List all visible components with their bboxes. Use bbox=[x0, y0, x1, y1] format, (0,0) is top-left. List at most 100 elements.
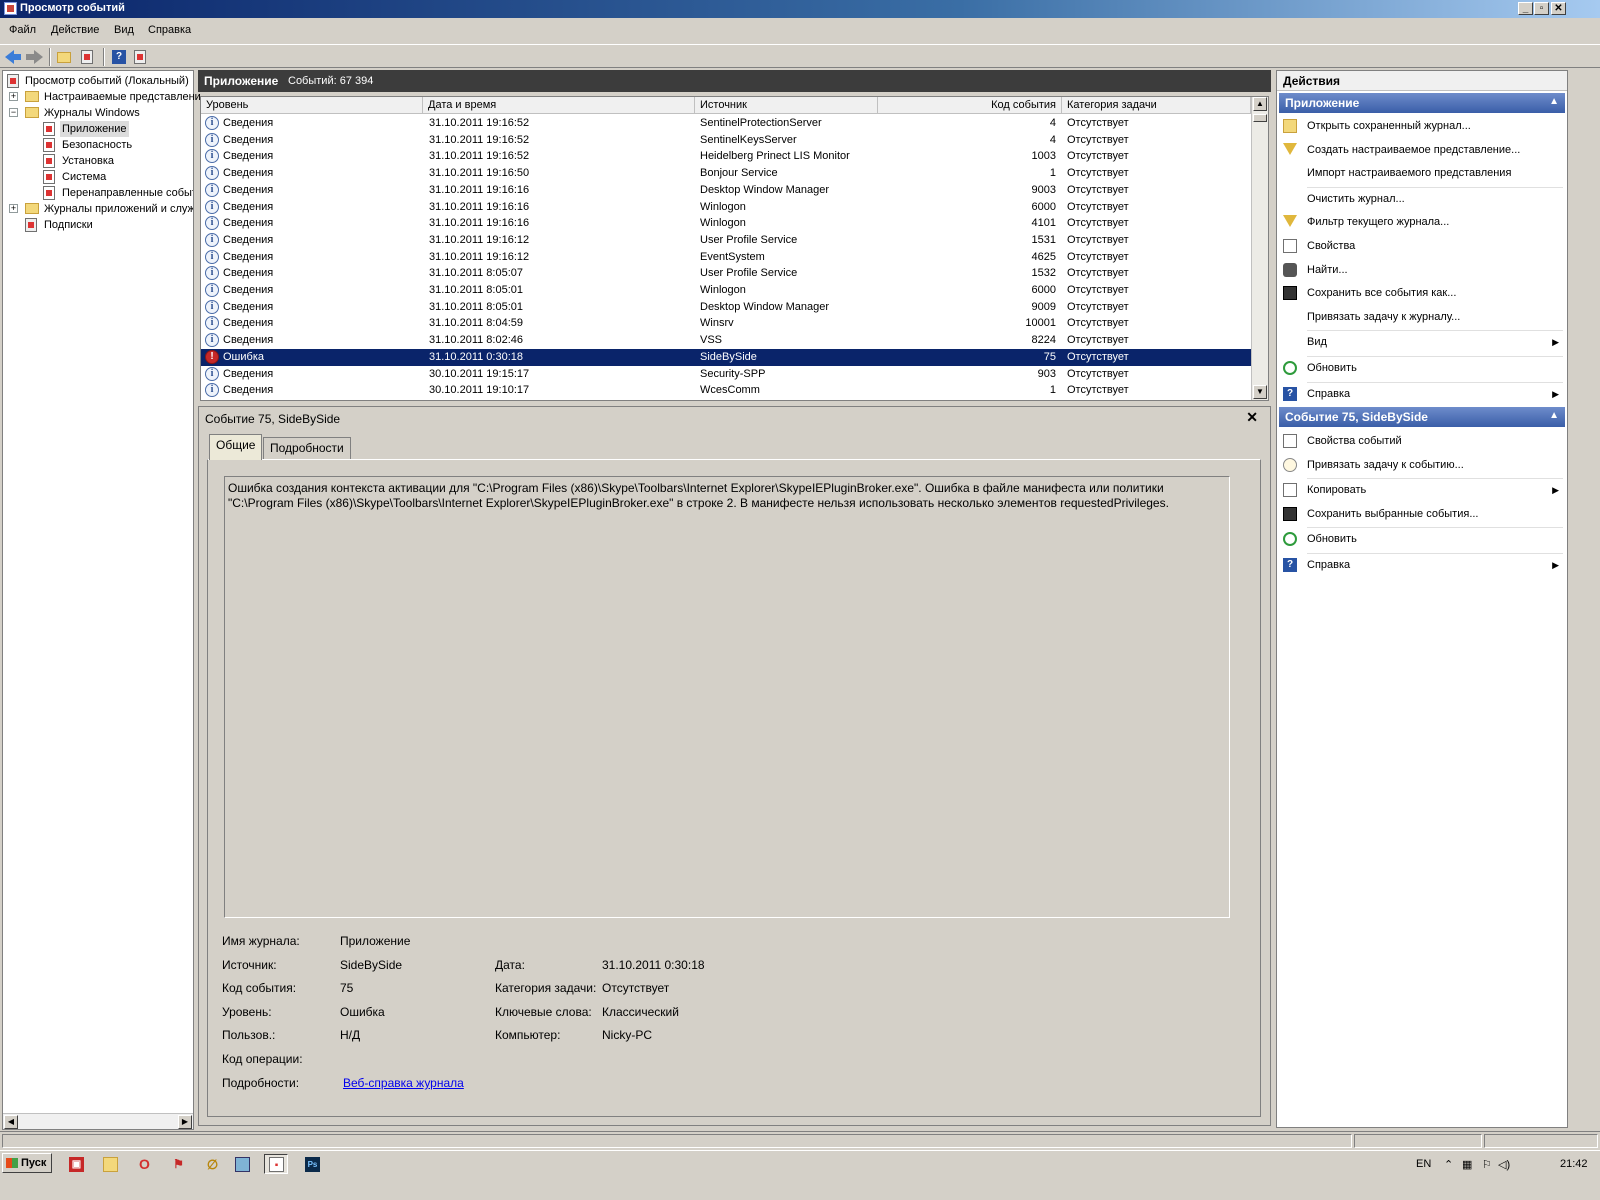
expand-icon[interactable]: + bbox=[9, 92, 18, 101]
scroll-down-icon[interactable]: ▼ bbox=[1253, 385, 1267, 399]
action-item[interactable]: Свойства событий bbox=[1277, 430, 1567, 452]
taskbar-event-viewer[interactable]: ▪ bbox=[264, 1154, 288, 1174]
cell-code: 1532 bbox=[1031, 267, 1056, 280]
action-item[interactable]: Обновить bbox=[1277, 357, 1567, 379]
scroll-left-icon[interactable]: ◀ bbox=[4, 1115, 18, 1129]
language-indicator[interactable]: EN bbox=[1416, 1158, 1431, 1170]
forward-button[interactable] bbox=[25, 48, 43, 66]
tree-forwarded[interactable]: Перенаправленные событ bbox=[43, 185, 193, 201]
tree-setup[interactable]: Установка bbox=[43, 153, 193, 169]
action-item[interactable]: Обновить bbox=[1277, 528, 1567, 550]
table-row[interactable]: i Сведения 31.10.2011 8:05:07 User Profile … bbox=[201, 265, 1251, 282]
collapse-section-icon[interactable]: ▲ bbox=[1549, 96, 1559, 107]
action-item[interactable]: Импорт настраиваемого представления bbox=[1277, 162, 1567, 184]
action-item[interactable]: Фильтр текущего журнала... bbox=[1277, 211, 1567, 233]
action-item[interactable]: Привязать задачу к журналу... bbox=[1277, 306, 1567, 328]
back-button[interactable] bbox=[4, 48, 22, 66]
taskbar-opera[interactable]: O bbox=[132, 1154, 156, 1174]
tab-details[interactable]: Подробности bbox=[263, 437, 351, 459]
tree-security[interactable]: Безопасность bbox=[43, 137, 193, 153]
actions-section-log[interactable]: Приложение ▲ bbox=[1279, 93, 1565, 113]
table-row[interactable]: i Сведения 31.10.2011 8:04:59 Winsrv 10001 От… bbox=[201, 315, 1251, 332]
table-row[interactable]: i Сведения 31.10.2011 19:16:12 EventSystem 4… bbox=[201, 249, 1251, 266]
tree-system[interactable]: Система bbox=[43, 169, 193, 185]
network-icon[interactable]: ▦ bbox=[1462, 1158, 1472, 1171]
taskbar-explorer[interactable] bbox=[98, 1154, 122, 1174]
tree-horizontal-scrollbar[interactable]: ◀ ▶ bbox=[3, 1113, 193, 1129]
collapse-section-icon[interactable]: ▲ bbox=[1549, 410, 1559, 421]
table-row[interactable]: i Сведения 31.10.2011 19:16:12 User Profile… bbox=[201, 232, 1251, 249]
scroll-up-icon[interactable]: ▲ bbox=[1253, 97, 1267, 111]
action-item[interactable]: ? Справка ▶ bbox=[1277, 554, 1567, 576]
taskbar-acrobat[interactable]: ⚑ bbox=[166, 1154, 190, 1174]
action-item[interactable]: Открыть сохраненный журнал... bbox=[1277, 115, 1567, 137]
table-row[interactable]: i Сведения 30.10.2011 19:15:17 Security-SPP… bbox=[201, 366, 1251, 383]
table-row[interactable]: i Сведения 31.10.2011 19:16:52 SentinelProt… bbox=[201, 115, 1251, 132]
table-row[interactable]: i Сведения 31.10.2011 19:16:50 Bonjour Serv… bbox=[201, 165, 1251, 182]
window-title: Просмотр событий bbox=[20, 2, 125, 14]
collapse-icon[interactable]: − bbox=[9, 108, 18, 117]
action-item[interactable]: Вид ▶ bbox=[1277, 331, 1567, 353]
table-row[interactable]: i Сведения 31.10.2011 8:05:01 Winlogon 6000 О… bbox=[201, 282, 1251, 299]
table-row[interactable]: i Сведения 31.10.2011 19:16:52 Heidelberg P… bbox=[201, 148, 1251, 165]
scroll-right-icon[interactable]: ▶ bbox=[178, 1115, 192, 1129]
event-log-help-link[interactable]: Веб-справка журнала bbox=[343, 1076, 464, 1090]
action-item[interactable]: Сохранить все события как... bbox=[1277, 282, 1567, 304]
table-row[interactable]: i Сведения 31.10.2011 19:16:52 SentinelKeys… bbox=[201, 132, 1251, 149]
flag-icon[interactable]: ⚐ bbox=[1482, 1158, 1492, 1171]
column-level[interactable]: Уровень bbox=[201, 97, 423, 114]
clock[interactable]: 21:42 bbox=[1560, 1158, 1588, 1170]
column-source[interactable]: Источник bbox=[695, 97, 878, 114]
action-item[interactable]: Копировать ▶ bbox=[1277, 479, 1567, 501]
table-vertical-scrollbar[interactable]: ▲ ▼ bbox=[1251, 97, 1268, 400]
tab-general[interactable]: Общие bbox=[209, 434, 263, 460]
table-row[interactable]: i Сведения 31.10.2011 19:16:16 Winlogon 6000… bbox=[201, 199, 1251, 216]
table-row[interactable]: ! Ошибка 31.10.2011 0:30:18 SideBySide 75 Отс… bbox=[201, 348, 1251, 366]
tree-root[interactable]: Просмотр событий (Локальный) bbox=[7, 73, 193, 89]
action-item[interactable]: Свойства bbox=[1277, 235, 1567, 257]
close-window-button[interactable]: ✕ bbox=[1551, 2, 1566, 15]
show-hide-tree-button[interactable] bbox=[79, 48, 97, 66]
restore-button[interactable]: ▫ bbox=[1534, 2, 1549, 15]
menu-file[interactable]: Файл bbox=[9, 24, 36, 36]
cell-datetime: 31.10.2011 8:05:07 bbox=[429, 267, 523, 280]
action-item[interactable]: ? Справка ▶ bbox=[1277, 383, 1567, 405]
action-item[interactable]: Привязать задачу к событию... bbox=[1277, 454, 1567, 476]
event-message[interactable]: Ошибка создания контекста активации для … bbox=[224, 476, 1230, 918]
tree-windows-logs[interactable]: − Журналы Windows bbox=[9, 105, 193, 121]
up-folder-button[interactable] bbox=[56, 48, 74, 66]
action-item[interactable]: Создать настраиваемое представление... bbox=[1277, 139, 1567, 161]
action-item[interactable]: Сохранить выбранные события... bbox=[1277, 503, 1567, 525]
actions-section-event[interactable]: Событие 75, SideBySide ▲ bbox=[1279, 407, 1565, 427]
close-details-icon[interactable]: ✕ bbox=[1246, 409, 1258, 426]
tree-application[interactable]: Приложение bbox=[43, 121, 193, 137]
column-event-id[interactable]: Код события bbox=[878, 97, 1062, 114]
menu-action[interactable]: Действие bbox=[51, 24, 99, 36]
start-button[interactable]: Пуск bbox=[2, 1153, 52, 1173]
table-row[interactable]: i Сведения 30.10.2011 19:10:17 WcesComm 1 Отс… bbox=[201, 382, 1251, 399]
tree-app-services[interactable]: + Журналы приложений и служ bbox=[9, 201, 193, 217]
minimize-button[interactable]: _ bbox=[1518, 2, 1533, 15]
taskbar-photoshop[interactable]: Ps bbox=[300, 1154, 324, 1174]
help-toolbar-button[interactable]: ? bbox=[110, 48, 128, 66]
action-item[interactable]: Найти... bbox=[1277, 259, 1567, 281]
menu-view[interactable]: Вид bbox=[114, 24, 134, 36]
tree-custom-views[interactable]: + Настраиваемые представлени bbox=[9, 89, 201, 105]
tree-subscriptions[interactable]: Подписки bbox=[25, 217, 193, 233]
taskbar-desktop[interactable] bbox=[230, 1154, 254, 1174]
table-row[interactable]: i Сведения 31.10.2011 8:05:01 Desktop Windo… bbox=[201, 299, 1251, 316]
column-task-category[interactable]: Категория задачи bbox=[1062, 97, 1251, 114]
table-row[interactable]: i Сведения 31.10.2011 19:16:16 Winlogon 4101… bbox=[201, 215, 1251, 232]
show-action-pane-button[interactable] bbox=[132, 48, 150, 66]
table-row[interactable]: i Сведения 31.10.2011 8:02:46 VSS 8224 Отсутс… bbox=[201, 332, 1251, 349]
taskbar-app-red[interactable]: ▣ bbox=[64, 1154, 88, 1174]
tray-expand-icon[interactable]: ⌃ bbox=[1444, 1158, 1453, 1171]
column-datetime[interactable]: Дата и время bbox=[423, 97, 695, 114]
scroll-thumb[interactable] bbox=[1253, 114, 1267, 122]
menu-help[interactable]: Справка bbox=[148, 24, 191, 36]
action-item[interactable]: Очистить журнал... bbox=[1277, 188, 1567, 210]
table-row[interactable]: i Сведения 31.10.2011 19:16:16 Desktop Wind… bbox=[201, 182, 1251, 199]
taskbar-app-yellow[interactable]: ∅ bbox=[200, 1154, 224, 1174]
volume-icon[interactable]: ◁) bbox=[1498, 1158, 1510, 1171]
expand-icon[interactable]: + bbox=[9, 204, 18, 213]
